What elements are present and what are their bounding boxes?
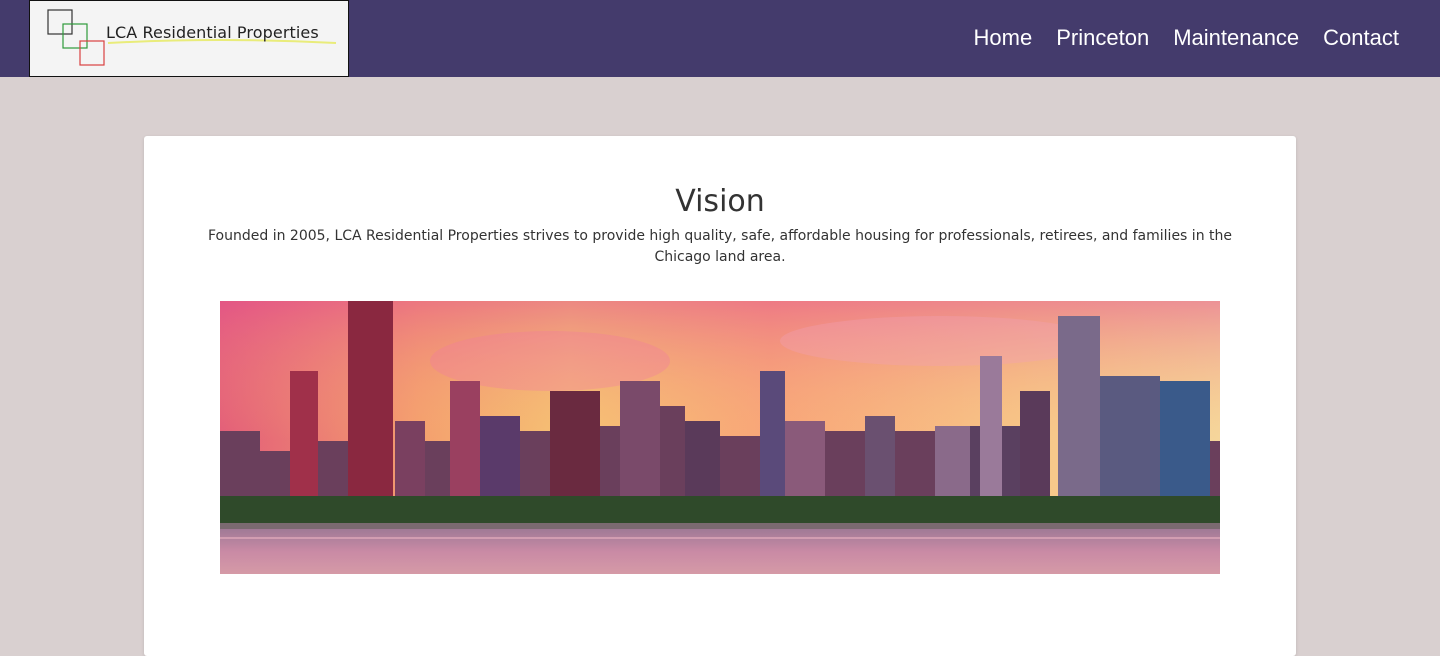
nav-home[interactable]: Home [974, 25, 1033, 51]
main-nav: Home Princeton Maintenance Contact [974, 25, 1399, 51]
content-card: Vision Founded in 2005, LCA Residential … [144, 136, 1296, 656]
nav-maintenance[interactable]: Maintenance [1173, 25, 1299, 51]
nav-contact[interactable]: Contact [1323, 25, 1399, 51]
vision-description: Founded in 2005, LCA Residential Propert… [208, 228, 1232, 265]
site-header: LCA Residential Properties Home Princeto… [0, 0, 1440, 77]
site-logo[interactable]: LCA Residential Properties [29, 0, 349, 77]
nav-princeton[interactable]: Princeton [1056, 25, 1149, 51]
skyline-image [220, 301, 1220, 574]
skyline-illustration [220, 301, 1220, 574]
logo-text: LCA Residential Properties [106, 23, 319, 42]
page-title: Vision [675, 184, 765, 219]
